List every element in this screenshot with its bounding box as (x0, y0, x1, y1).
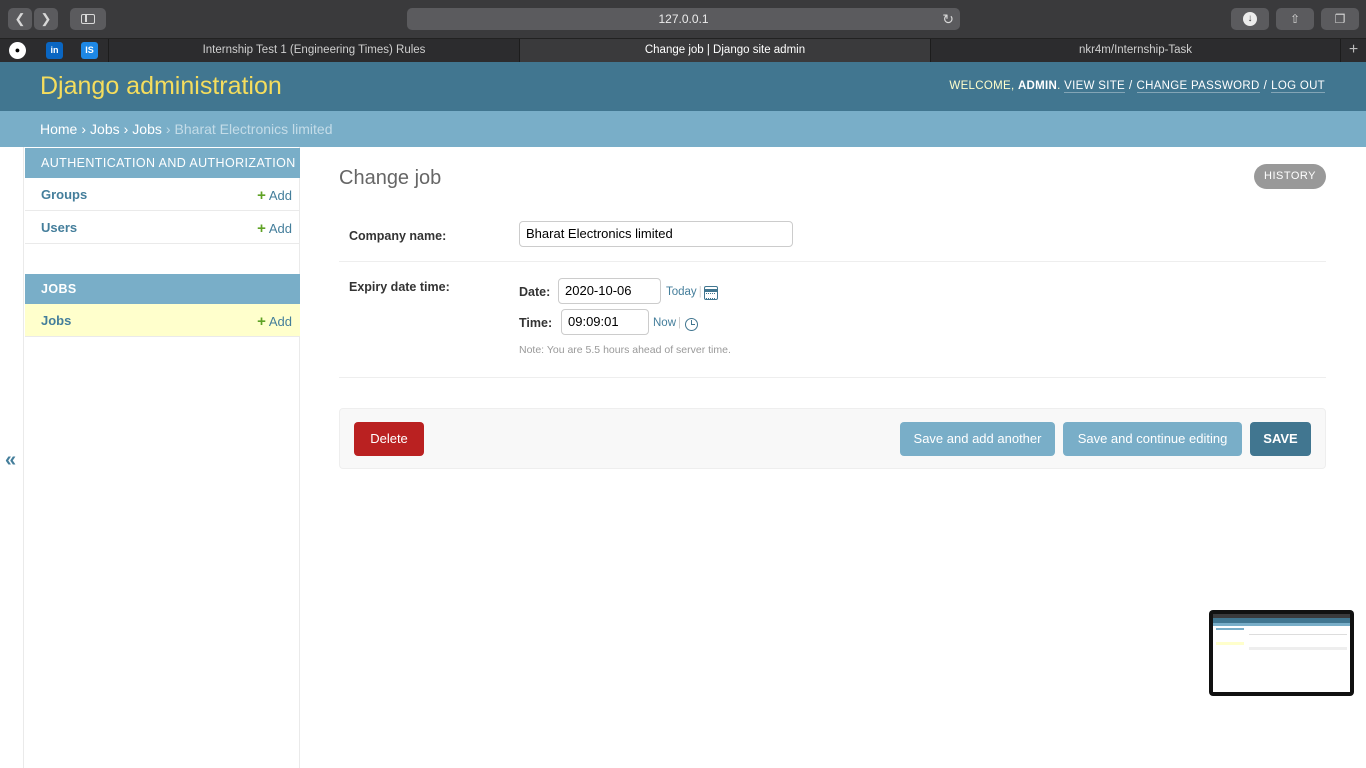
chevron-left-icon: ❮ (14, 11, 26, 26)
is-bookmark-icon[interactable]: IS (81, 42, 98, 59)
add-label: Add (268, 314, 292, 329)
save-and-continue-button[interactable]: Save and continue editing (1063, 422, 1242, 456)
module-caption-auth[interactable]: AUTHENTICATION AND AUTHORIZATION (25, 148, 300, 178)
form-row-company: Company name: Bharat Electronics limited (339, 207, 1326, 262)
add-job-link[interactable]: + Add (257, 313, 292, 330)
tab-bar: ● in IS Internship Test 1 (Engineering T… (0, 38, 1366, 62)
page-title: Change job (339, 167, 442, 189)
url-text: 127.0.0.1 (658, 12, 709, 26)
download-icon: ↓ (1243, 12, 1257, 26)
add-label: Add (268, 188, 292, 203)
downloads-button[interactable]: ↓ (1231, 8, 1269, 30)
save-button[interactable]: SAVE (1250, 422, 1311, 456)
nav-sidebar: AUTHENTICATION AND AUTHORIZATION Groups … (23, 147, 300, 768)
new-tab-button[interactable]: + (1340, 39, 1366, 62)
delete-button[interactable]: Delete (354, 422, 424, 456)
share-icon: ⇧ (1289, 12, 1301, 26)
linkedin-icon[interactable]: in (46, 42, 63, 59)
time-input[interactable]: 09:09:01 (561, 309, 649, 335)
sidebar-item-users-link[interactable]: Users (41, 220, 77, 235)
calendar-icon[interactable] (703, 286, 718, 300)
change-password-link[interactable]: CHANGE PASSWORD (1136, 80, 1260, 93)
date-label: Date: (519, 285, 551, 299)
github-icon[interactable]: ● (9, 42, 26, 59)
sidebar-item-groups: Groups + Add (25, 178, 300, 211)
plus-icon: + (257, 313, 266, 330)
log-out-link[interactable]: LOG OUT (1271, 80, 1325, 93)
today-shortcut[interactable]: Today | (666, 286, 702, 298)
thumbnail-image (1213, 614, 1350, 692)
tab-internship-rules[interactable]: Internship Test 1 (Engineering Times) Ru… (108, 39, 519, 62)
sidebar-item-jobs-link[interactable]: Jobs (41, 313, 71, 328)
history-button[interactable]: HISTORY (1254, 164, 1326, 189)
date-input[interactable]: 2020-10-06 (558, 278, 661, 304)
browser-toolbar: ❮ ❯ 127.0.0.1 ↻ ↓ ⇧ ❐ (0, 0, 1366, 38)
form-row-expiry: Expiry date time: Date: 2020-10-06 Today… (339, 262, 1326, 378)
today-link[interactable]: Today (666, 286, 697, 298)
company-name-input[interactable]: Bharat Electronics limited (519, 221, 793, 247)
forward-button[interactable]: ❯ (34, 8, 58, 30)
submit-row: Delete Save and add another Save and con… (339, 408, 1326, 469)
now-shortcut[interactable]: Now | (653, 317, 681, 329)
company-name-label: Company name: (349, 229, 447, 243)
save-and-add-another-button[interactable]: Save and add another (900, 422, 1055, 456)
breadcrumb-current: Bharat Electronics limited (174, 121, 333, 137)
view-site-link[interactable]: VIEW SITE (1064, 80, 1125, 93)
welcome-text: WELCOME, (949, 80, 1015, 92)
module-caption-jobs[interactable]: JOBS (25, 274, 300, 304)
back-button[interactable]: ❮ (8, 8, 32, 30)
add-user-link[interactable]: + Add (257, 220, 292, 237)
now-link[interactable]: Now (653, 317, 676, 329)
plus-icon: + (257, 187, 266, 204)
tab-overview-button[interactable]: ❐ (1321, 8, 1359, 30)
expiry-date-time-label: Expiry date time: (349, 280, 450, 294)
tab-change-job[interactable]: Change job | Django site admin (519, 39, 930, 62)
share-button[interactable]: ⇧ (1276, 8, 1314, 30)
sidebar-item-jobs: Jobs + Add (25, 304, 300, 337)
site-header: Django administration WELCOME, ADMIN. VI… (0, 62, 1366, 111)
screenshot-thumbnail[interactable] (1209, 610, 1354, 696)
tab-github-repo[interactable]: nkr4m/Internship-Task (930, 39, 1340, 62)
chevron-right-icon: ❯ (40, 11, 52, 26)
breadcrumb: Home › Jobs › Jobs › Bharat Electronics limite… (0, 111, 1366, 147)
sidebar-toggle-button[interactable] (70, 8, 106, 30)
sidebar-item-users: Users + Add (25, 211, 300, 244)
site-branding[interactable]: Django administration (40, 72, 282, 101)
collapse-sidebar-toggle[interactable]: « (5, 449, 16, 472)
sidebar-item-groups-link[interactable]: Groups (41, 187, 87, 202)
breadcrumb-home[interactable]: Home (40, 121, 77, 137)
user-tools: WELCOME, ADMIN. VIEW SITE / CHANGE PASSWOR… (949, 80, 1325, 93)
address-bar[interactable]: 127.0.0.1 ↻ (407, 8, 960, 30)
time-label: Time: (519, 316, 553, 330)
plus-icon: + (257, 220, 266, 237)
sidebar-icon (81, 14, 95, 24)
add-label: Add (268, 221, 292, 236)
username: ADMIN (1017, 80, 1058, 92)
breadcrumb-app[interactable]: Jobs (90, 121, 120, 137)
add-group-link[interactable]: + Add (257, 187, 292, 204)
clock-icon[interactable] (685, 318, 698, 331)
breadcrumb-model[interactable]: Jobs (132, 121, 162, 137)
reload-icon[interactable]: ↻ (942, 8, 954, 30)
tabs-icon: ❐ (1334, 12, 1346, 26)
timezone-note: Note: You are 5.5 hours ahead of server … (519, 344, 731, 356)
